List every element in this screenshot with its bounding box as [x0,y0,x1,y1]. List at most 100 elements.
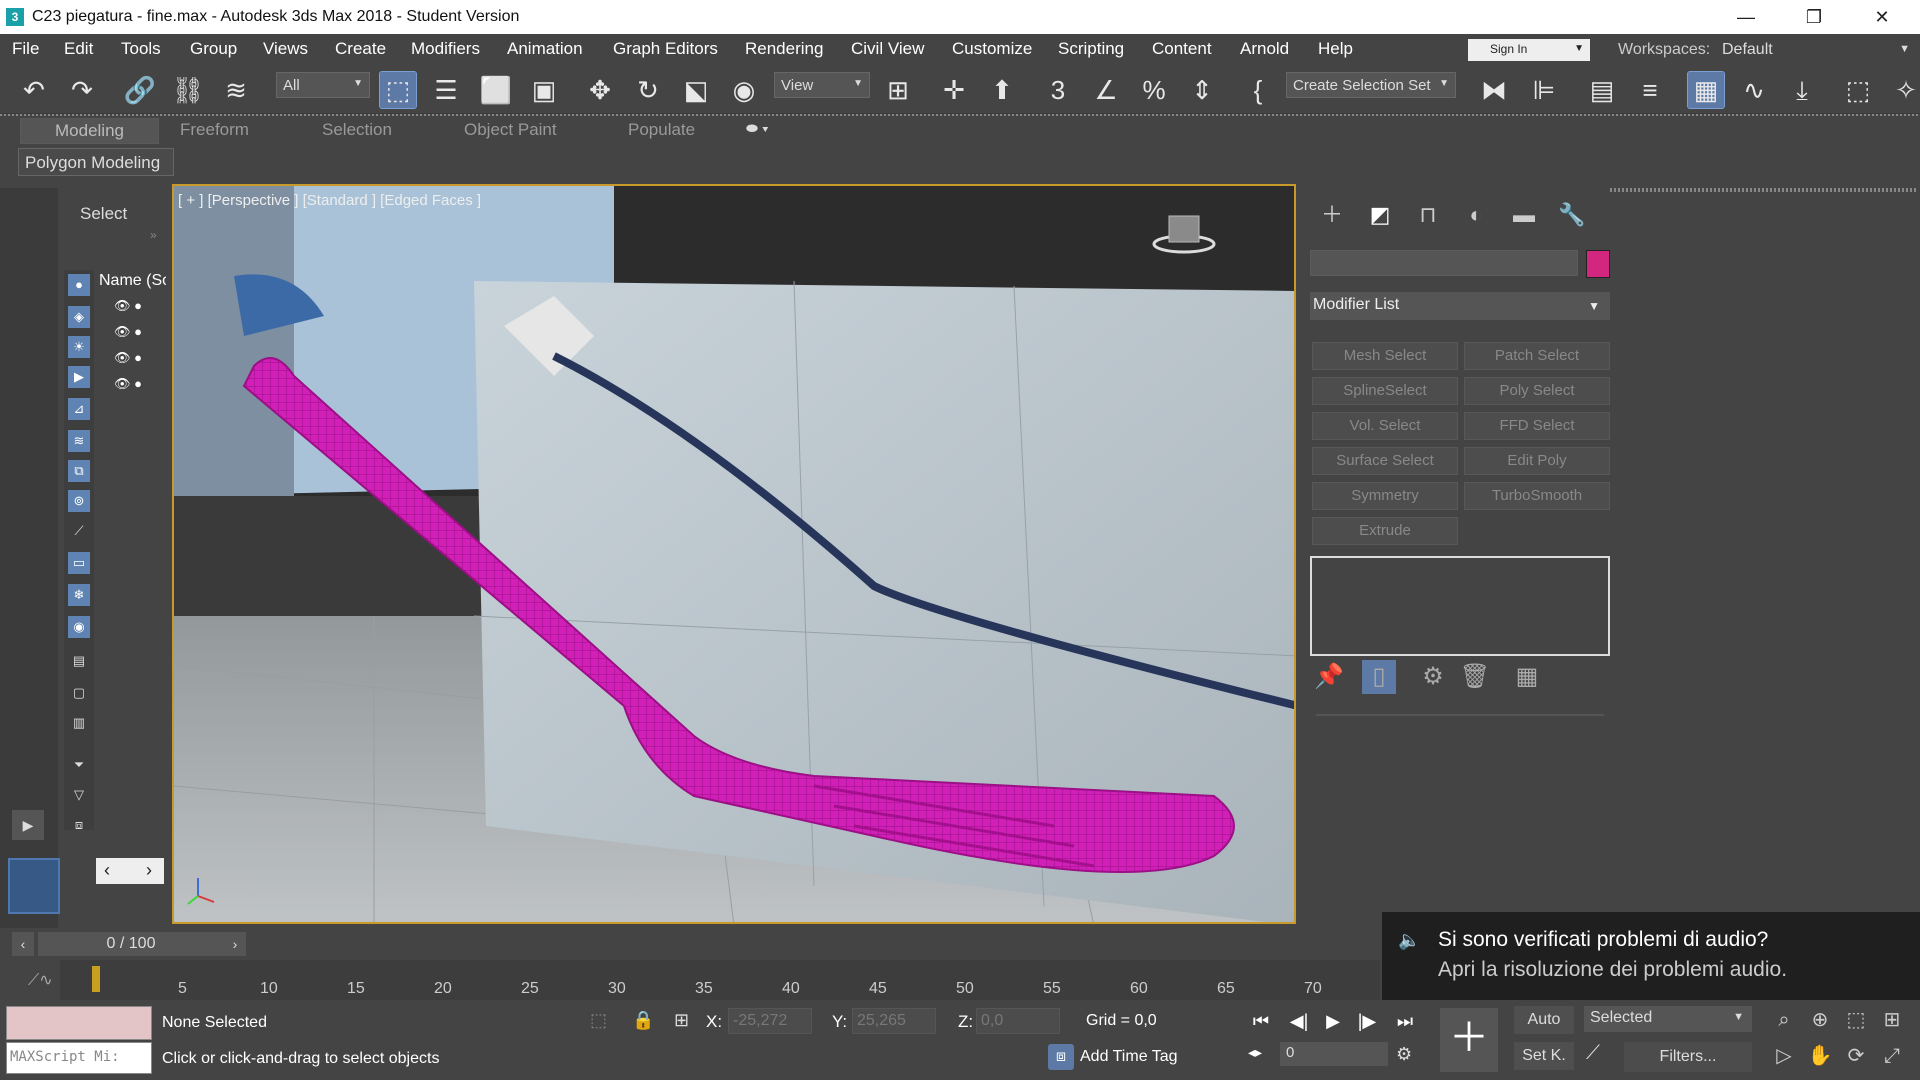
group-filter-icon[interactable]: ⧉ [68,460,90,482]
hierarchy-tab-icon[interactable]: ⊓ [1408,200,1448,230]
material-editor-icon[interactable]: ⬚ [1840,72,1876,108]
tab-freeform[interactable]: Freeform [180,120,249,140]
selection-lock-icon[interactable]: 🔒 [632,1010,654,1031]
pivot-center-icon[interactable]: ⊞ [880,72,916,108]
tab-selection[interactable]: Selection [322,120,392,140]
viewport-layout-thumbnail[interactable] [8,858,60,914]
field-of-view-icon[interactable]: ▷ [1770,1042,1798,1070]
shape-filter-icon[interactable]: ◈ [68,306,90,328]
show-end-result-icon[interactable]: ▯ [1362,660,1396,694]
remove-modifier-icon[interactable]: 🗑 [1458,660,1492,694]
link-icon[interactable]: 🔗 [122,72,158,108]
menu-file[interactable]: File [12,39,39,59]
turbosmooth-button[interactable]: TurboSmooth [1464,482,1610,510]
zoom-icon[interactable]: ⌕ [1770,1006,1798,1034]
placement-icon[interactable]: ◉ [726,72,762,108]
spinner-snap-icon[interactable]: ⇕ [1184,72,1220,108]
spacewarp-filter-icon[interactable]: ≋ [68,430,90,452]
named-selection-set-dropdown[interactable]: Create Selection Set ▼ [1286,72,1456,98]
chevron-right-icon[interactable]: › [146,860,152,881]
modifier-stack[interactable] [1310,556,1610,656]
schematic-view-icon[interactable]: ⤓ [1784,72,1820,108]
rect-selection-icon[interactable]: ⬜ [478,72,514,108]
ffd-select-button[interactable]: FFD Select [1464,412,1610,440]
edit-poly-button[interactable]: Edit Poly [1464,447,1610,475]
curve-editor-icon[interactable]: ∿ [1736,72,1772,108]
move-icon[interactable]: ✥ [582,72,618,108]
minimize-icon[interactable]: — [1718,2,1774,32]
tab-object-paint[interactable]: Object Paint [464,120,557,140]
pin-stack-icon[interactable]: 📌 [1312,660,1346,694]
render-setup-icon[interactable]: ✧ [1888,72,1920,108]
viewport-label[interactable]: [ + ] [Perspective ] [Standard ] [Edged … [178,192,481,209]
percent-snap-icon[interactable]: % [1136,72,1172,108]
menu-tools[interactable]: Tools [121,39,161,59]
bone-filter-icon[interactable]: ⟋ [68,520,90,542]
stack-divider[interactable] [1316,714,1604,716]
track-bar[interactable]: 5 10 15 20 25 30 35 40 45 50 55 60 65 70 [60,960,1380,1000]
close-icon[interactable]: ✕ [1854,2,1910,32]
reference-coordinate-dropdown[interactable]: View ▼ [774,72,870,98]
menu-animation[interactable]: Animation [507,39,583,59]
redo-icon[interactable]: ↷ [64,72,100,108]
tab-modeling[interactable]: Modeling [20,118,159,144]
configure-modifier-sets-icon[interactable]: ▦ [1510,660,1544,694]
key-mode-toggle-icon[interactable]: ◂▸ [1248,1044,1262,1061]
utilities-tab-icon[interactable]: 🔧 [1552,200,1592,230]
current-frame-field[interactable]: 0 [1280,1042,1388,1066]
app-icon[interactable]: 3 [6,8,24,26]
surface-select-button[interactable]: Surface Select [1312,447,1458,475]
display-tab-icon[interactable]: ▬ [1504,200,1544,230]
unlink-icon[interactable]: ⛓ [170,72,206,108]
absolute-mode-icon[interactable]: ⊞ [674,1010,689,1031]
scroll-arrows[interactable]: ‹ › [96,858,164,884]
scene-row[interactable]: 👁 ● [114,376,142,392]
container-filter-icon[interactable]: ▭ [68,552,90,574]
next-frame-icon[interactable]: |▶ [1352,1006,1382,1036]
rotate-icon[interactable]: ↻ [630,72,666,108]
mesh-select-button[interactable]: Mesh Select [1312,342,1458,370]
menu-help[interactable]: Help [1318,39,1353,59]
name-column-header[interactable]: Name (So [96,270,166,294]
motion-tab-icon[interactable]: ◐ [1456,200,1496,230]
menu-views[interactable]: Views [263,39,308,59]
next-frame-arrow-icon[interactable]: › [224,932,246,956]
menu-graph-editors[interactable]: Graph Editors [613,39,718,59]
select-manipulate-icon[interactable]: ✛ [936,72,972,108]
scene-row[interactable]: 👁 ● [114,324,142,340]
current-frame-marker[interactable] [92,966,100,992]
restore-icon[interactable]: ❐ [1786,2,1842,32]
bind-spacewarp-icon[interactable]: ≋ [218,72,254,108]
undo-icon[interactable]: ↶ [16,72,52,108]
keyboard-shortcut-override-icon[interactable]: ⬆ [984,72,1020,108]
orbit-icon[interactable]: ⟳ [1842,1042,1870,1070]
set-key-button[interactable]: Set K. [1514,1042,1574,1070]
ribbon-options-icon[interactable]: ⬬ ▾ [746,120,769,137]
menu-civil-view[interactable]: Civil View [851,39,924,59]
create-tab-icon[interactable]: ＋ [1312,200,1352,230]
time-configuration-icon[interactable]: ⚙ [1396,1044,1412,1065]
camera-filter-icon[interactable]: ▶ [68,366,90,388]
scene-explorer-toggle-icon[interactable]: ▤ [1584,72,1620,108]
spline-select-button[interactable]: SplineSelect [1312,377,1458,405]
selection-filter-dropdown[interactable]: All ▼ [276,72,370,98]
key-tangent-icon[interactable]: ⟋ [1586,1042,1600,1065]
y-coordinate-field[interactable]: 25,265 [852,1008,936,1034]
go-to-start-icon[interactable]: ⏮ [1246,1006,1276,1036]
notification-toast[interactable] [1382,912,1920,1000]
scene-row[interactable]: 👁 ● [114,350,142,366]
menu-arnold[interactable]: Arnold [1240,39,1289,59]
poly-select-button[interactable]: Poly Select [1464,377,1610,405]
scene-row[interactable]: 👁 ● [114,298,142,314]
menu-rendering[interactable]: Rendering [745,39,823,59]
zoom-extents-icon[interactable]: ⬚ [1842,1006,1870,1034]
object-color-swatch[interactable] [1586,250,1610,278]
select-object-icon[interactable]: ⬚ [379,71,417,109]
key-filter-dropdown[interactable]: Selected ▼ [1584,1006,1752,1032]
mirror-icon[interactable]: ⧓ [1476,72,1512,108]
maxscript-mini-listener[interactable]: MAXScript Mi: [6,1042,152,1074]
auto-key-button[interactable]: Auto [1514,1006,1574,1034]
modifier-list-dropdown[interactable]: Modifier List ▼ [1310,292,1610,320]
vol-select-button[interactable]: Vol. Select [1312,412,1458,440]
previous-frame-icon[interactable]: ◀| [1284,1006,1314,1036]
